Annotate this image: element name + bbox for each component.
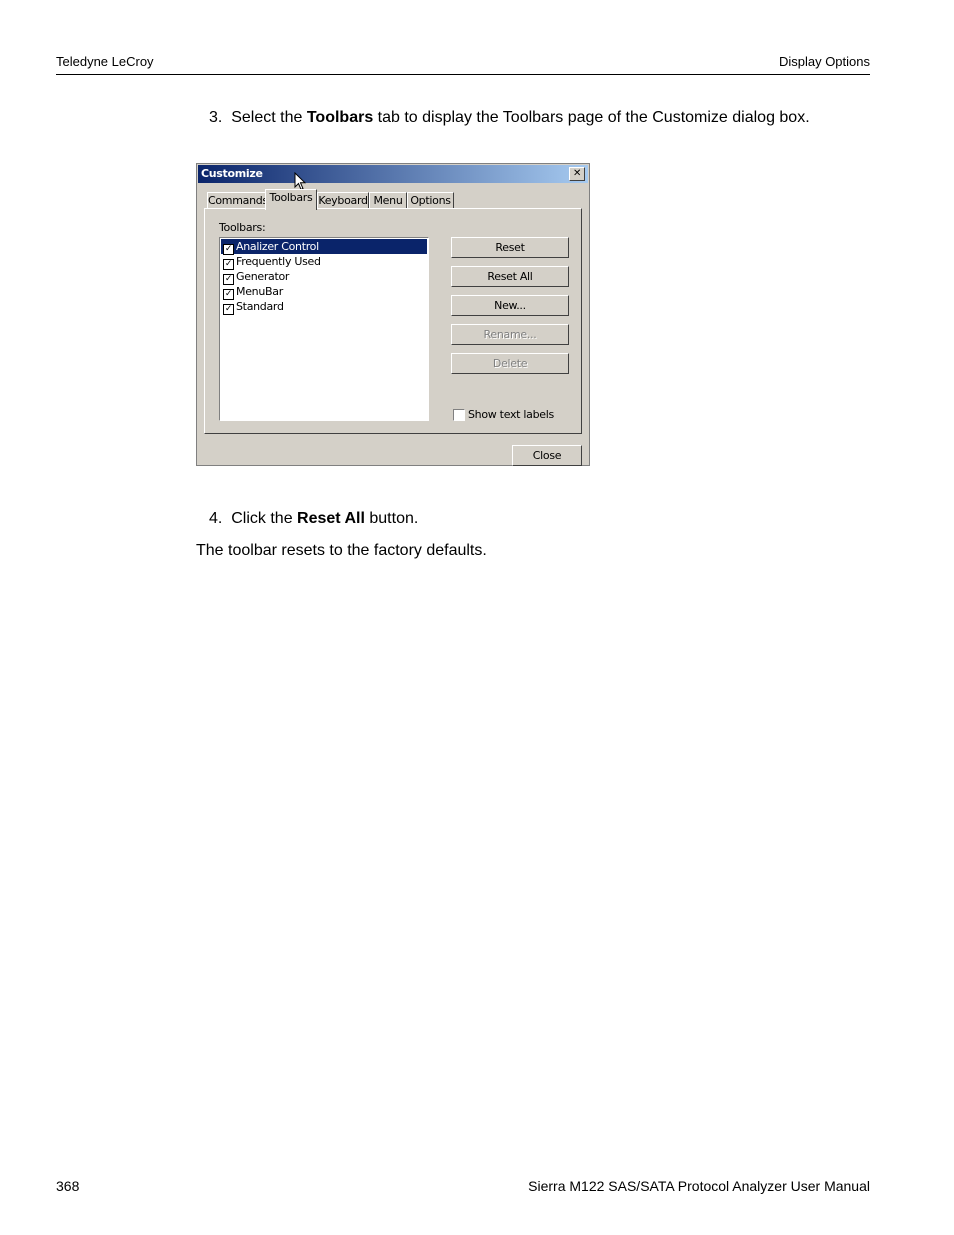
customize-dialog: Customize ✕ Commands Toolbars Keyboard M… bbox=[196, 163, 590, 466]
tab-commands[interactable]: Commands bbox=[207, 192, 268, 209]
step-prefix: Select the bbox=[231, 109, 303, 126]
step-bold: Reset All bbox=[297, 510, 365, 527]
list-item[interactable]: ✓ MenuBar bbox=[221, 284, 427, 300]
step-prefix: Click the bbox=[231, 510, 293, 527]
list-item[interactable]: ✓ Analizer Control bbox=[221, 239, 427, 255]
show-text-labels-label: Show text labels bbox=[468, 408, 554, 421]
step-suffix: tab to display the Toolbars page of the … bbox=[377, 109, 810, 126]
close-button[interactable]: Close bbox=[512, 445, 582, 466]
footer-title: Sierra M122 SAS/SATA Protocol Analyzer U… bbox=[528, 1178, 870, 1194]
toolbars-listbox[interactable]: ✓ Analizer Control ✓ Frequently Used ✓ Gene… bbox=[219, 237, 429, 421]
result-text: The toolbar resets to the factory defaul… bbox=[196, 542, 487, 559]
step-4: 4. Click the Reset All button. bbox=[209, 510, 418, 528]
close-icon[interactable]: ✕ bbox=[569, 167, 585, 181]
reset-button[interactable]: Reset bbox=[451, 237, 569, 258]
checkbox-checked-icon[interactable]: ✓ bbox=[223, 304, 234, 315]
list-item-label: MenuBar bbox=[236, 285, 283, 298]
step-number: 4. bbox=[209, 510, 223, 527]
list-item[interactable]: ✓ Frequently Used bbox=[221, 254, 427, 270]
list-item[interactable]: ✓ Generator bbox=[221, 269, 427, 285]
list-item-label: Generator bbox=[236, 270, 290, 283]
page-number: 368 bbox=[56, 1178, 80, 1194]
show-text-labels-checkbox[interactable] bbox=[453, 409, 465, 421]
list-item-label: Frequently Used bbox=[236, 255, 321, 268]
step-suffix: button. bbox=[369, 510, 419, 527]
rename-button[interactable]: Rename... bbox=[451, 324, 569, 345]
header-left: Teledyne LeCroy bbox=[56, 54, 154, 69]
list-item[interactable]: ✓ Standard bbox=[221, 299, 427, 315]
tab-keyboard[interactable]: Keyboard bbox=[317, 192, 369, 209]
tab-menu[interactable]: Menu bbox=[369, 192, 407, 209]
delete-button[interactable]: Delete bbox=[451, 353, 569, 374]
toolbars-list-label: Toolbars: bbox=[219, 221, 266, 234]
dialog-title: Customize bbox=[201, 167, 263, 180]
list-item-label: Standard bbox=[236, 300, 284, 313]
tab-toolbars[interactable]: Toolbars bbox=[265, 189, 317, 210]
step-3: 3. Select the Toolbars tab to display th… bbox=[209, 109, 810, 127]
step-number: 3. bbox=[209, 109, 223, 126]
header-rule bbox=[56, 74, 870, 75]
reset-all-button[interactable]: Reset All bbox=[451, 266, 569, 287]
new-button[interactable]: New... bbox=[451, 295, 569, 316]
header-right: Display Options bbox=[778, 54, 870, 69]
list-item-label: Analizer Control bbox=[236, 240, 319, 253]
tab-options[interactable]: Options bbox=[407, 192, 454, 209]
step-bold: Toolbars bbox=[306, 109, 374, 126]
dialog-titlebar: Customize ✕ bbox=[198, 165, 588, 183]
